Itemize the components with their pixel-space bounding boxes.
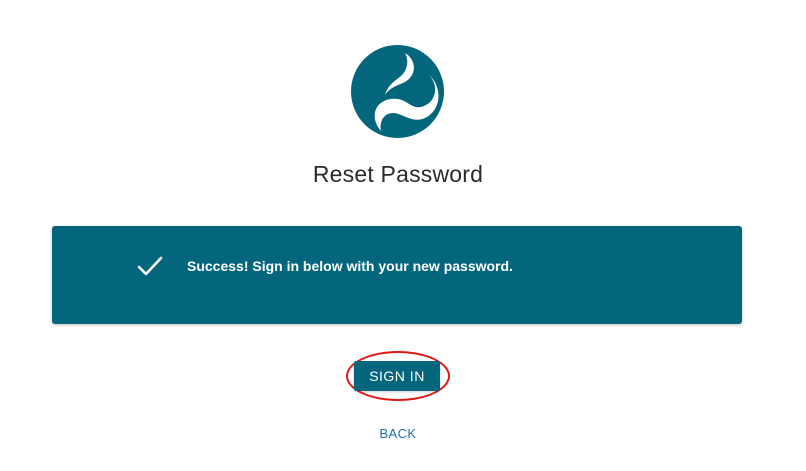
back-link[interactable]: BACK [0, 426, 796, 441]
reset-password-page: Reset Password Success! Sign in below wi… [0, 0, 806, 471]
checkmark-icon [136, 252, 164, 280]
sign-in-button[interactable]: SIGN IN [354, 361, 440, 391]
success-alert: Success! Sign in below with your new pas… [52, 226, 742, 324]
page-title: Reset Password [312, 161, 484, 187]
sign-in-highlight: SIGN IN [346, 351, 450, 401]
brand-logo-icon [351, 45, 444, 138]
success-message: Success! Sign in below with your new pas… [187, 258, 513, 274]
